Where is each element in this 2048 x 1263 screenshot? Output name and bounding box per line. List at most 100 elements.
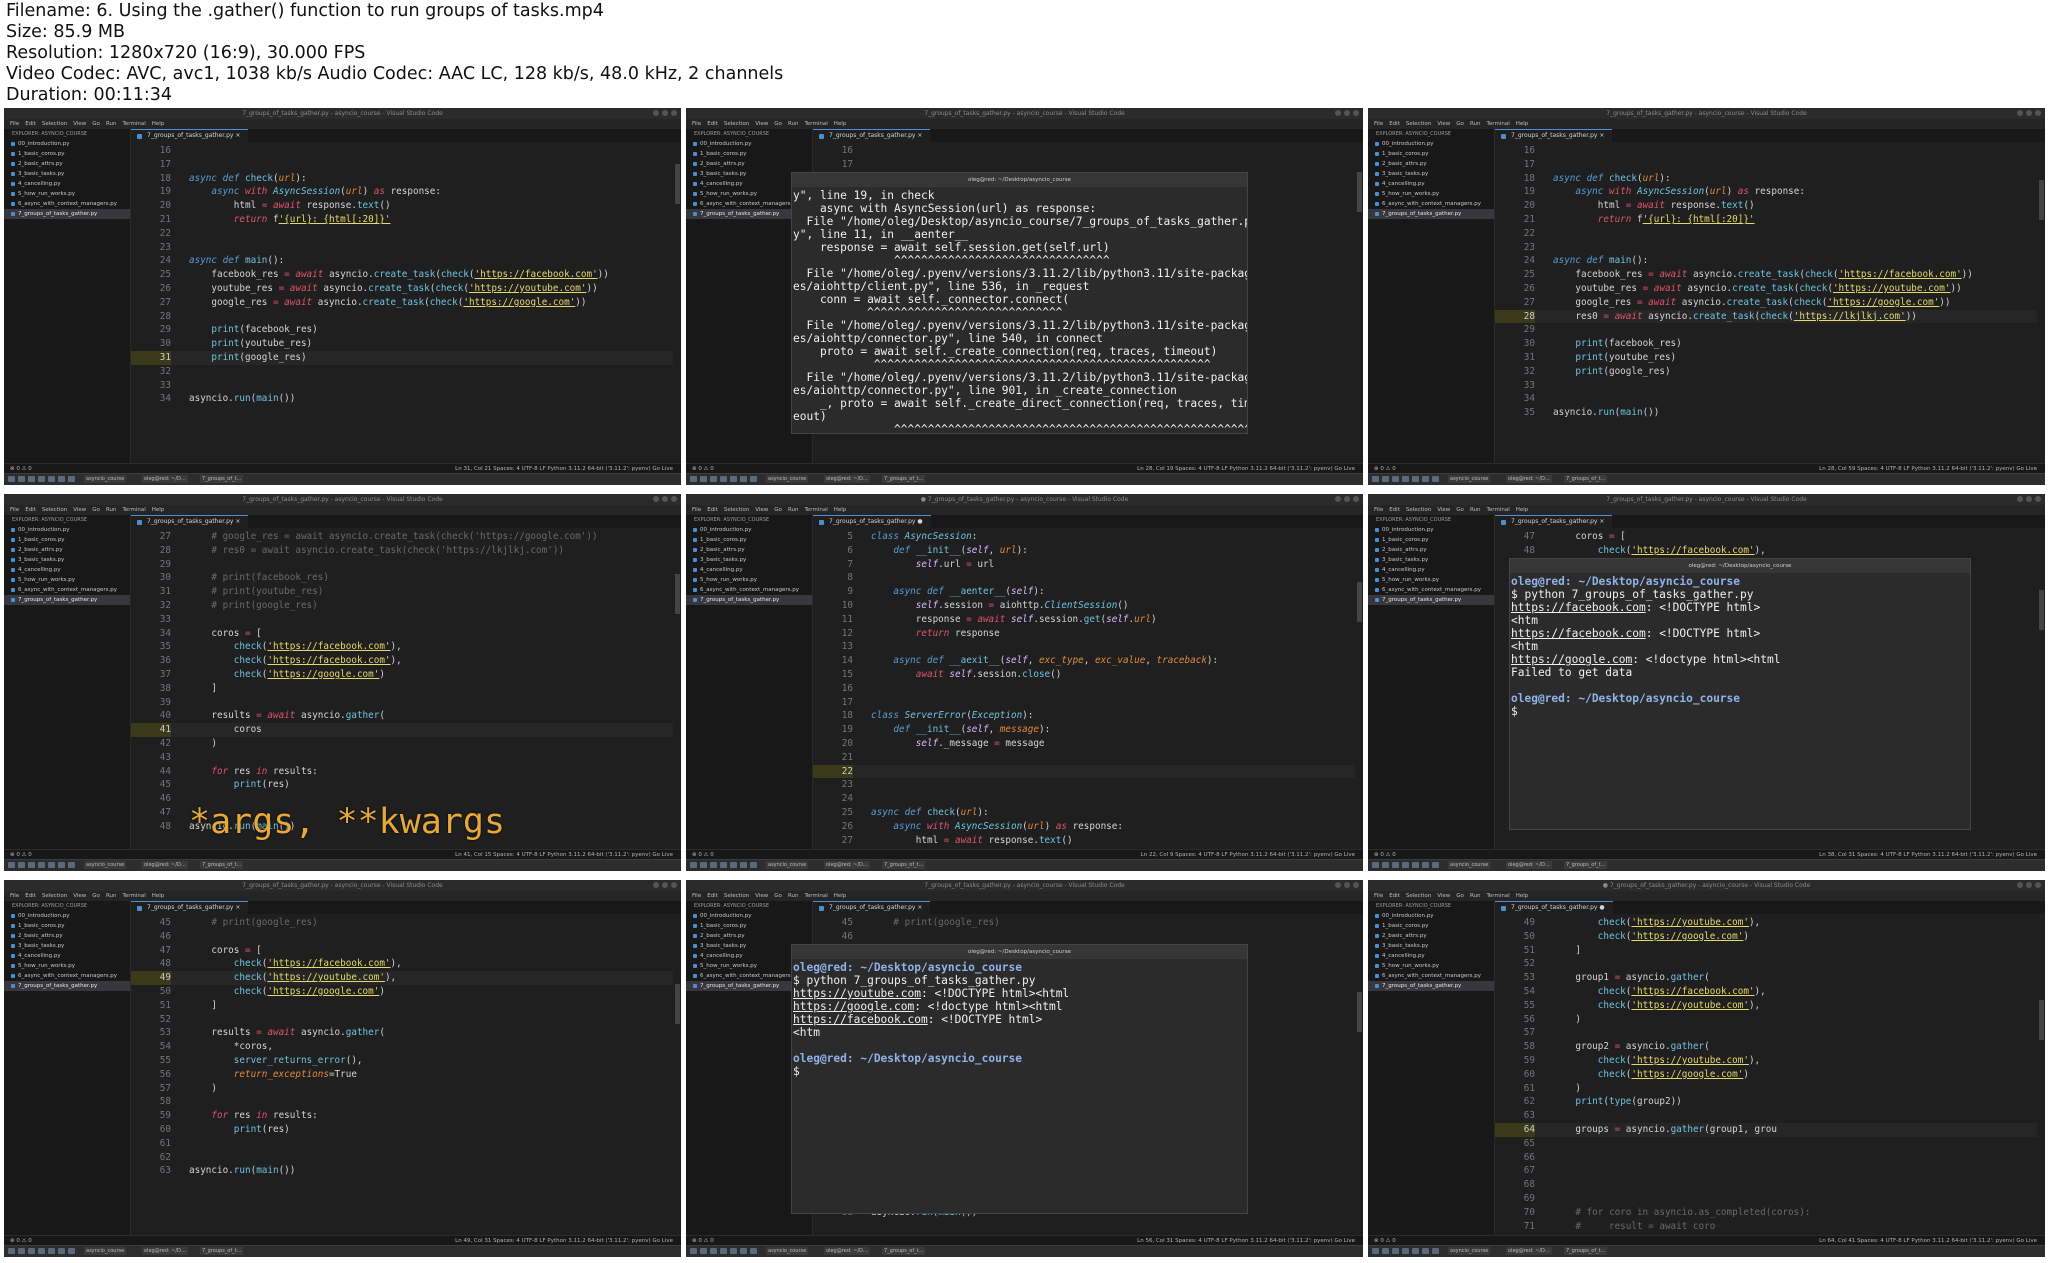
file-item[interactable]: 4_cancelling.py (1368, 565, 1494, 575)
taskbar-app-icon[interactable] (1392, 862, 1399, 868)
taskbar-app-icon[interactable] (750, 476, 757, 482)
taskbar-app-icon[interactable] (730, 476, 737, 482)
editor-tab[interactable]: 7_groups_of_tasks_gather.py × (131, 129, 249, 143)
menu-item[interactable]: Help (152, 121, 165, 127)
window-control-icon[interactable] (671, 496, 677, 502)
menu-item[interactable]: File (1374, 507, 1383, 513)
taskbar-app-icon[interactable] (700, 1248, 707, 1254)
taskbar-window-button[interactable]: asyncio_course (766, 475, 809, 483)
taskbar-app-icon[interactable] (1402, 476, 1409, 482)
menu-item[interactable]: View (1437, 893, 1450, 899)
file-item[interactable]: 7_groups_of_tasks_gather.py (1368, 981, 1494, 991)
menu-item[interactable]: Terminal (122, 893, 145, 899)
file-item[interactable]: 3_basic_tasks.py (4, 941, 130, 951)
menu-item[interactable]: Run (106, 507, 117, 513)
window-control-icon[interactable] (1335, 882, 1341, 888)
file-item[interactable]: 5_how_run_works.py (4, 961, 130, 971)
taskbar-app-icon[interactable] (1412, 862, 1419, 868)
file-item[interactable]: 3_basic_tasks.py (686, 555, 812, 565)
menu-item[interactable]: Edit (1389, 507, 1400, 513)
file-item[interactable]: 1_basic_coros.py (1368, 149, 1494, 159)
file-item[interactable]: 1_basic_coros.py (4, 149, 130, 159)
menu-item[interactable]: Selection (42, 893, 67, 899)
file-item[interactable]: 00_introduction.py (686, 525, 812, 535)
taskbar-window-button[interactable]: asyncio_course (766, 861, 809, 869)
file-item[interactable]: 5_how_run_works.py (1368, 961, 1494, 971)
menu-item[interactable]: Run (1470, 893, 1481, 899)
taskbar-app-icon[interactable] (1432, 476, 1439, 482)
taskbar-app-icon[interactable] (68, 476, 75, 482)
menu-item[interactable]: Selection (724, 507, 749, 513)
taskbar-app-icon[interactable] (8, 1248, 15, 1254)
file-item[interactable]: 5_how_run_works.py (4, 189, 130, 199)
taskbar-app-icon[interactable] (28, 476, 35, 482)
taskbar-app-icon[interactable] (1372, 476, 1379, 482)
taskbar-app-icon[interactable] (1422, 476, 1429, 482)
file-item[interactable]: 00_introduction.py (4, 139, 130, 149)
menu-item[interactable]: File (10, 893, 19, 899)
file-item[interactable]: 1_basic_coros.py (686, 149, 812, 159)
window-control-icon[interactable] (671, 882, 677, 888)
file-item[interactable]: 1_basic_coros.py (686, 535, 812, 545)
menu-item[interactable]: Go (1456, 121, 1464, 127)
taskbar-window-button[interactable]: asyncio_course (84, 1247, 127, 1255)
terminal-window[interactable]: oleg@red: ~/Desktop/asyncio_course y", li… (791, 172, 1248, 434)
editor-scrollbar[interactable] (2037, 916, 2045, 1236)
editor-scrollbar[interactable] (1355, 530, 1363, 850)
file-item[interactable]: 3_basic_tasks.py (1368, 941, 1494, 951)
file-item[interactable]: 6_async_with_context_managers.py (1368, 585, 1494, 595)
taskbar-window-button[interactable]: asyncio_course (84, 861, 127, 869)
taskbar-window-button[interactable]: asyncio_course (1448, 1247, 1491, 1255)
taskbar-window-button[interactable]: oleg@red: ~/D... (824, 475, 870, 483)
window-control-icon[interactable] (2026, 496, 2032, 502)
taskbar-window-button[interactable]: 7_groups_of_t... (1564, 861, 1608, 869)
file-item[interactable]: 1_basic_coros.py (686, 921, 812, 931)
editor-scrollbar[interactable] (1355, 144, 1363, 464)
editor-scrollbar[interactable] (673, 916, 681, 1236)
taskbar-app-icon[interactable] (1382, 1248, 1389, 1254)
window-control-icon[interactable] (662, 110, 668, 116)
code-editor[interactable]: 49 check('https://youtube.com'), 50 check… (1495, 916, 2037, 1236)
file-item[interactable]: 7_groups_of_tasks_gather.py (4, 981, 130, 991)
menu-item[interactable]: Run (788, 507, 799, 513)
menu-item[interactable]: View (73, 121, 86, 127)
taskbar-app-icon[interactable] (48, 476, 55, 482)
taskbar-window-button[interactable]: 7_groups_of_t... (200, 861, 244, 869)
menu-item[interactable]: Run (788, 121, 799, 127)
file-item[interactable]: 5_how_run_works.py (1368, 575, 1494, 585)
taskbar-window-button[interactable]: asyncio_course (1448, 475, 1491, 483)
taskbar-app-icon[interactable] (730, 1248, 737, 1254)
taskbar-app-icon[interactable] (1432, 862, 1439, 868)
menu-item[interactable]: File (1374, 893, 1383, 899)
file-item[interactable]: 4_cancelling.py (4, 179, 130, 189)
taskbar-window-button[interactable]: oleg@red: ~/D... (142, 475, 188, 483)
taskbar-app-icon[interactable] (700, 476, 707, 482)
taskbar-window-button[interactable]: asyncio_course (1448, 861, 1491, 869)
window-control-icon[interactable] (1335, 110, 1341, 116)
menu-item[interactable]: Edit (707, 121, 718, 127)
menu-item[interactable]: View (1437, 507, 1450, 513)
editor-tab[interactable]: 7_groups_of_tasks_gather.py ● (1495, 901, 1613, 915)
menu-item[interactable]: Go (774, 893, 782, 899)
taskbar-window-button[interactable]: oleg@red: ~/D... (1506, 861, 1552, 869)
menu-item[interactable]: Edit (1389, 893, 1400, 899)
taskbar-window-button[interactable]: oleg@red: ~/D... (824, 861, 870, 869)
window-control-icon[interactable] (2026, 110, 2032, 116)
taskbar-window-button[interactable]: oleg@red: ~/D... (824, 1247, 870, 1255)
menu-item[interactable]: Help (834, 121, 847, 127)
taskbar-window-button[interactable]: oleg@red: ~/D... (1506, 1247, 1552, 1255)
window-control-icon[interactable] (653, 496, 659, 502)
window-control-icon[interactable] (2017, 110, 2023, 116)
menu-item[interactable]: Terminal (1486, 507, 1509, 513)
taskbar-window-button[interactable]: 7_groups_of_t... (200, 1247, 244, 1255)
file-item[interactable]: 6_async_with_context_managers.py (4, 971, 130, 981)
window-control-icon[interactable] (2017, 882, 2023, 888)
taskbar-window-button[interactable]: asyncio_course (766, 1247, 809, 1255)
taskbar-window-button[interactable]: asyncio_course (84, 475, 127, 483)
menu-item[interactable]: Edit (25, 507, 36, 513)
taskbar-app-icon[interactable] (28, 1248, 35, 1254)
file-item[interactable]: 1_basic_coros.py (4, 535, 130, 545)
file-item[interactable]: 2_basic_attrs.py (4, 159, 130, 169)
taskbar-app-icon[interactable] (740, 862, 747, 868)
window-control-icon[interactable] (671, 110, 677, 116)
